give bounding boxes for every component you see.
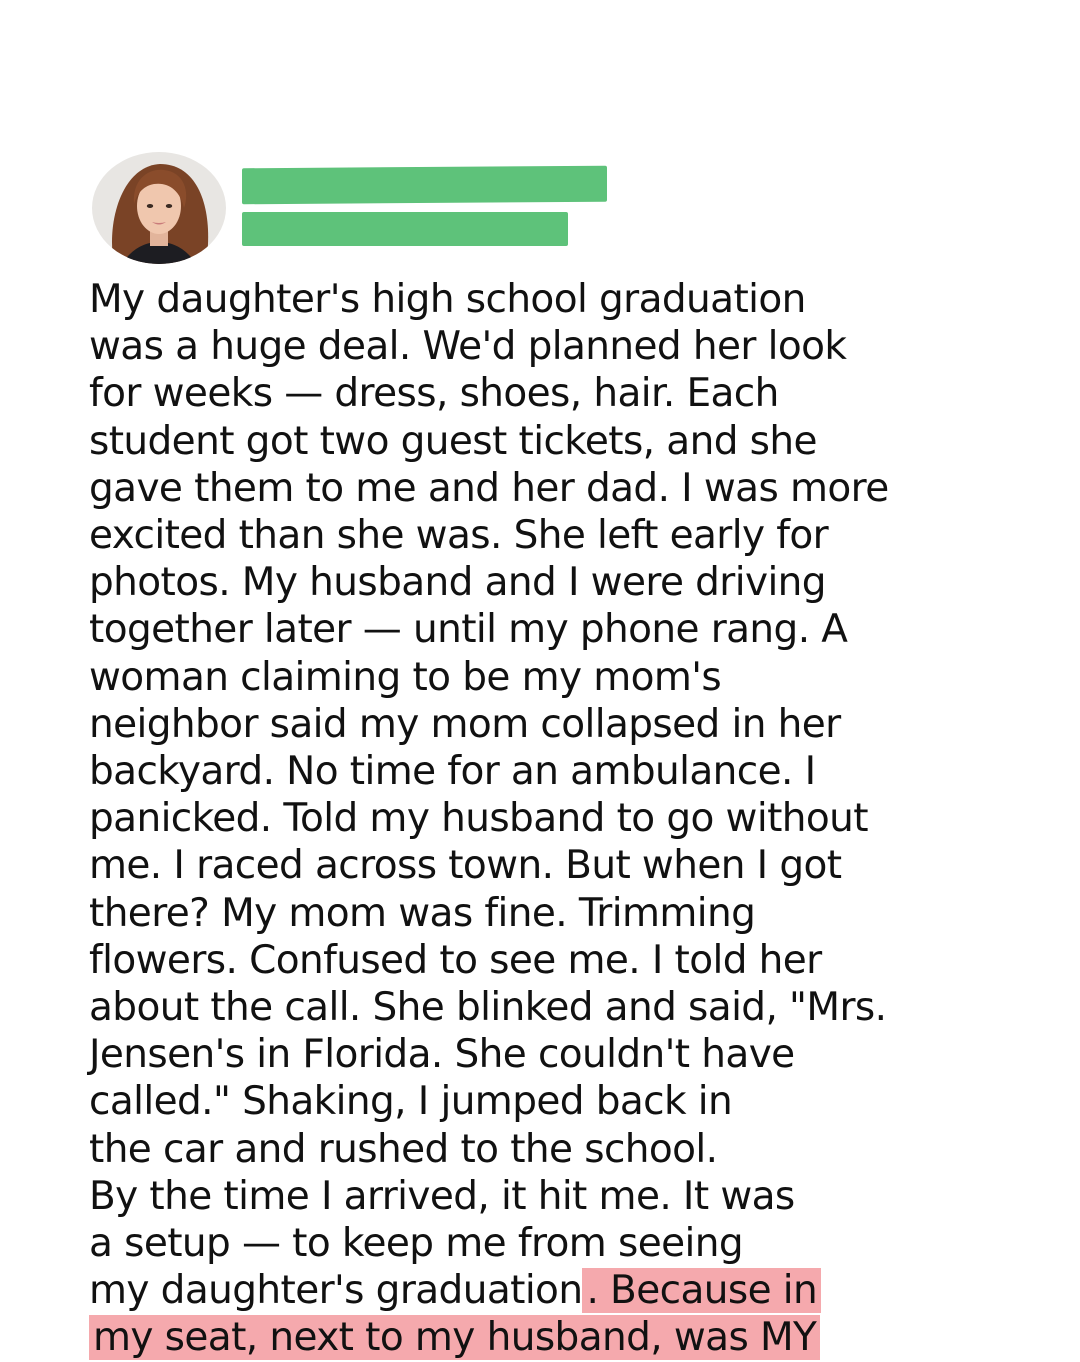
story-body: My daughter's high school graduation was… (89, 277, 889, 1314)
story-text: My daughter's high school graduation was… (89, 276, 1049, 1362)
post-header (92, 152, 632, 264)
author-name-redaction (242, 165, 607, 205)
avatar-portrait (92, 152, 226, 264)
author-avatar[interactable] (92, 152, 226, 264)
author-handle-redaction (242, 212, 568, 246)
